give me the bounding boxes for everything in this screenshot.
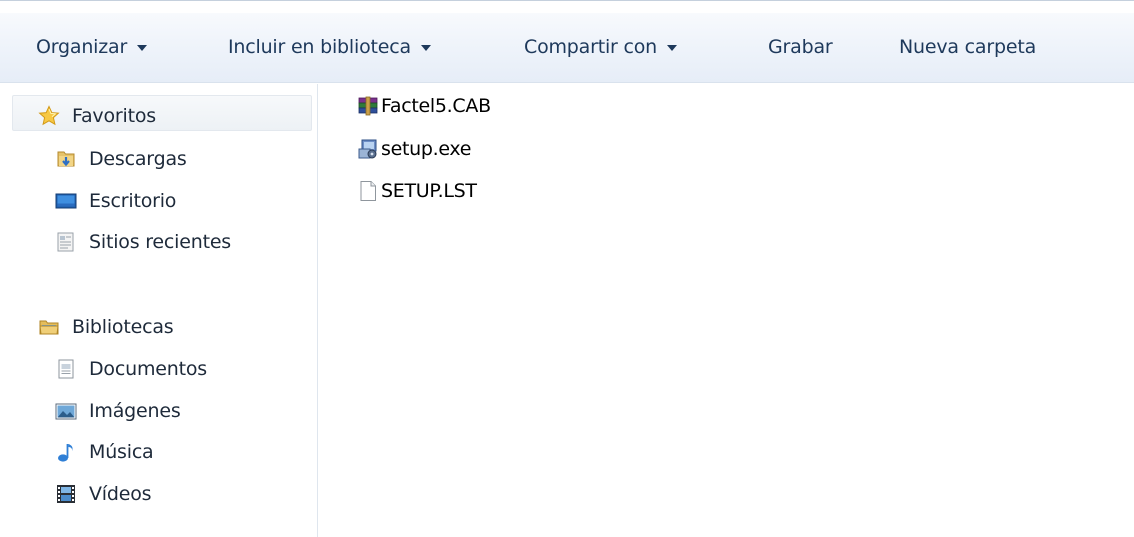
blank-file-icon [357,180,379,202]
nav-label: Escritorio [89,190,177,212]
nav-item-videos[interactable]: Vídeos [55,477,152,511]
organize-label: Organizar [36,36,128,58]
dropdown-arrow-icon [667,45,678,51]
file-item-factel5-cab[interactable]: Factel5.CAB [357,91,491,121]
nav-item-recent-places[interactable]: Sitios recientes [55,225,231,259]
nav-item-libraries[interactable]: Bibliotecas [38,310,174,344]
navigation-pane: Favoritos Descargas Escritorio Sitios re… [0,84,318,537]
nav-item-favorites[interactable]: Favoritos [38,99,156,133]
nav-label: Favoritos [72,105,156,127]
recent-places-icon [55,231,77,253]
dropdown-arrow-icon [137,45,148,51]
new-folder-label: Nueva carpeta [899,36,1037,58]
file-name: setup.exe [381,138,472,160]
nav-label: Vídeos [89,483,152,505]
nav-label: Documentos [89,358,207,380]
winrar-archive-icon [357,95,379,117]
file-item-setup-exe[interactable]: setup.exe [357,134,471,164]
pictures-icon [55,400,77,422]
setup-exe-icon [357,138,379,160]
share-with-label: Compartir con [524,36,658,58]
share-with-button[interactable]: Compartir con [524,31,678,63]
nav-item-documents[interactable]: Documentos [55,352,207,386]
nav-label: Música [89,441,154,463]
nav-label: Sitios recientes [89,231,232,253]
music-icon [55,441,77,463]
star-icon [38,105,60,127]
nav-label: Descargas [89,148,187,170]
videos-icon [55,483,77,505]
include-in-library-button[interactable]: Incluir en biblioteca [228,31,431,63]
libraries-folder-icon [38,316,60,338]
file-name: Factel5.CAB [381,95,491,117]
dropdown-arrow-icon [420,45,431,51]
downloads-folder-icon [55,148,77,170]
nav-item-pictures[interactable]: Imágenes [55,394,181,428]
nav-label: Bibliotecas [72,316,174,338]
new-folder-button[interactable]: Nueva carpeta [899,31,1036,63]
desktop-icon [55,190,77,212]
burn-label: Grabar [768,36,833,58]
nav-item-music[interactable]: Música [55,435,154,469]
nav-label: Imágenes [89,400,181,422]
file-name: SETUP.LST [381,180,477,202]
file-list: Factel5.CAB setup.exe SETUP.LST [319,84,1134,537]
explorer-window: Organizar Incluir en biblioteca Comparti… [0,0,1134,537]
file-item-setup-lst[interactable]: SETUP.LST [357,176,477,206]
organize-button[interactable]: Organizar [36,31,148,63]
burn-button[interactable]: Grabar [768,31,833,63]
nav-item-desktop[interactable]: Escritorio [55,184,176,218]
command-toolbar: Organizar Incluir en biblioteca Comparti… [0,0,1134,83]
nav-item-downloads[interactable]: Descargas [55,142,187,176]
documents-icon [55,358,77,380]
include-in-library-label: Incluir en biblioteca [228,36,411,58]
